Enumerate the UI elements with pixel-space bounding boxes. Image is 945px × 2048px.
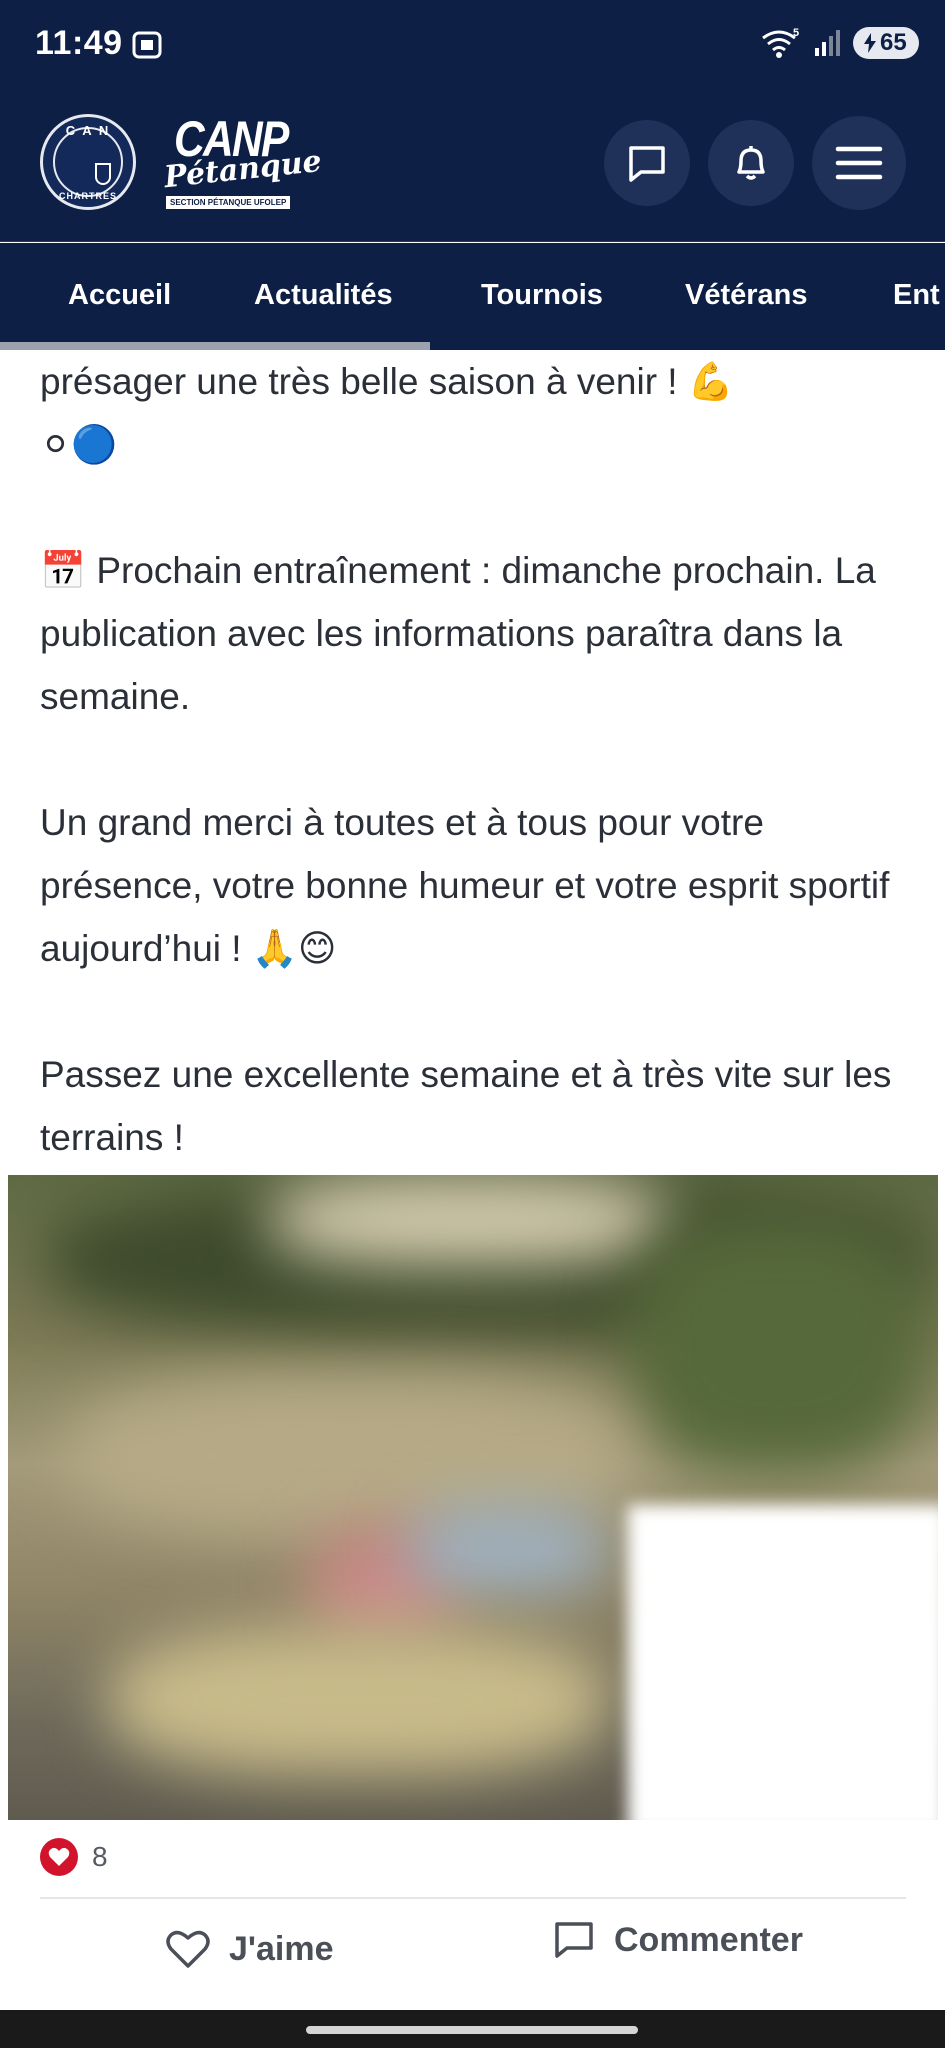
app-header: C A N CHARTRES CANP Pétanque SECTION PÉT… [0, 90, 945, 242]
battery-level: 65 [880, 29, 907, 56]
tab-veterans[interactable]: Vétérans [685, 279, 808, 312]
tab-entrainements[interactable]: Ent [893, 279, 940, 312]
wifi-icon: 5 [762, 27, 799, 58]
battery-indicator: 65 [853, 27, 919, 59]
nav-tabs: Accueil Actualités Tournois Vétérans Ent [0, 243, 945, 350]
club-badge-logo[interactable]: C A N CHARTRES [40, 114, 136, 210]
home-gesture-bar[interactable] [306, 2026, 638, 2034]
tab-tournois[interactable]: Tournois [481, 279, 603, 312]
menu-button[interactable] [812, 116, 906, 210]
shield-icon [95, 163, 111, 185]
logo-subtitle: SECTION PÉTANQUE UFOLEP [166, 196, 291, 209]
like-button[interactable]: J'aime [165, 1928, 334, 1970]
system-nav-bar [0, 2010, 945, 2048]
post-line-balls: ⚪🔵 [40, 424, 118, 465]
post-body: présager une très belle saison à venir !… [40, 350, 910, 1169]
photo-blur-sand [108, 1625, 608, 1775]
status-time: 11:49 [35, 24, 123, 62]
comment-icon [555, 1922, 593, 1958]
post-training-info: 📅 Prochain entraînement : dimanche proch… [40, 550, 876, 717]
post-photo[interactable] [8, 1175, 938, 1820]
badge-text-bottom: CHARTRES [58, 191, 117, 201]
bell-icon [737, 146, 765, 180]
menu-icon [835, 146, 883, 180]
photo-blur-sky [408, 1505, 608, 1595]
messages-button[interactable] [604, 120, 690, 206]
reactions-summary[interactable]: 8 [40, 1838, 108, 1876]
comment-button[interactable]: Commenter [552, 1918, 803, 1962]
photo-empty-area [628, 1505, 938, 1820]
heart-reaction-icon [40, 1838, 78, 1876]
post-line-saison: présager une très belle saison à venir !… [40, 361, 734, 402]
photo-blur-green [628, 1215, 928, 1475]
battery-charging-icon [864, 33, 876, 53]
wifi-badge: 5 [793, 27, 799, 39]
photo-blur-light [268, 1175, 668, 1265]
screenshot-icon [132, 31, 162, 59]
signal-icon [815, 30, 840, 56]
tab-accueil[interactable]: Accueil [68, 279, 171, 312]
heart-outline-icon [166, 1930, 210, 1968]
like-label: J'aime [229, 1929, 334, 1968]
status-icons: 5 65 [759, 26, 919, 60]
badge-text-top: C A N [65, 123, 111, 138]
post-closing: Passez une excellente semaine et à très … [40, 1054, 892, 1158]
actions-divider [40, 1897, 906, 1899]
comment-label: Commenter [614, 1920, 803, 1959]
tab-actualites[interactable]: Actualités [254, 279, 393, 312]
status-bar: 11:49 5 65 [0, 0, 945, 90]
notifications-button[interactable] [708, 120, 794, 206]
reaction-count: 8 [92, 1841, 108, 1872]
canp-logo[interactable]: CANP Pétanque SECTION PÉTANQUE UFOLEP [162, 110, 323, 222]
post-thanks: Un grand merci à toutes et à tous pour v… [40, 802, 890, 969]
chat-icon [629, 146, 665, 182]
tab-scroll-indicator [0, 342, 430, 350]
